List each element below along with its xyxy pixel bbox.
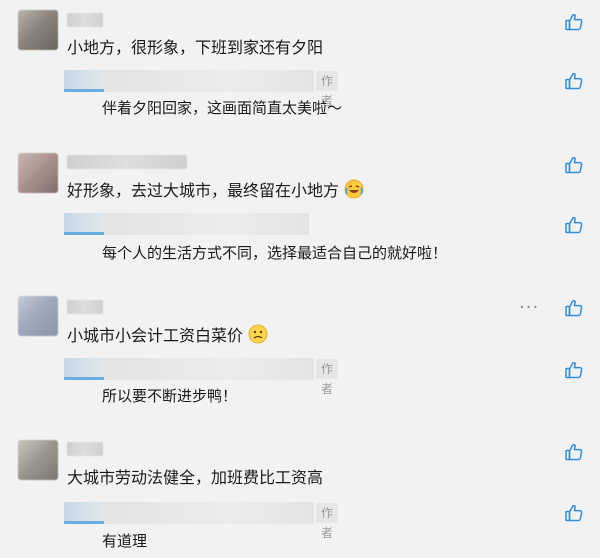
reply-text: 所以要不断进步鸭！: [102, 387, 238, 405]
avatar[interactable]: [18, 296, 58, 336]
reply-text: 每个人的生活方式不同，选择最适合自己的就好啦！: [102, 244, 448, 262]
reply-text: 伴着夕阳回家，这画面简直太美啦～: [102, 99, 343, 117]
author-tag: 作者: [316, 71, 339, 108]
avatar[interactable]: [18, 153, 58, 193]
thumbs-up-icon[interactable]: [564, 503, 584, 523]
avatar[interactable]: [18, 440, 58, 480]
avatar[interactable]: [18, 10, 58, 50]
commenter-name-blurred: [67, 155, 187, 169]
comment-text: 小地方，很形象，下班到家还有夕阳: [67, 38, 324, 57]
reply-author-name-blurred: [104, 502, 314, 524]
more-icon[interactable]: ···: [519, 298, 539, 318]
commenter-name-blurred: [67, 442, 103, 456]
reply-text: 有道理: [102, 532, 148, 550]
commenter-name-blurred: [67, 300, 103, 314]
comment-text: 大城市劳动法健全，加班费比工资高: [67, 468, 324, 487]
thumbs-up-icon[interactable]: [564, 298, 584, 318]
thumbs-up-icon[interactable]: [564, 71, 584, 91]
comment-text-content: 小城市小会计工资白菜价: [67, 326, 244, 345]
crying-laughing-emoji: [344, 179, 364, 205]
comment-text-content: 好形象，去过大城市，最终留在小地方: [67, 181, 340, 200]
frown-emoji: [248, 324, 268, 350]
reply-author-avatar[interactable]: [64, 213, 104, 235]
reply-author-name-blurred: [104, 70, 314, 92]
reply-author-avatar[interactable]: [64, 502, 104, 524]
comment-text: 好形象，去过大城市，最终留在小地方: [67, 179, 364, 205]
reply-author-name-blurred: [104, 358, 314, 380]
reply-author-avatar[interactable]: [64, 358, 104, 380]
thumbs-up-icon[interactable]: [564, 360, 584, 380]
reply-author-avatar[interactable]: [64, 70, 104, 92]
thumbs-up-icon[interactable]: [564, 12, 584, 32]
thumbs-up-icon[interactable]: [564, 215, 584, 235]
author-tag: 作者: [316, 503, 339, 540]
commenter-name-blurred: [67, 13, 103, 27]
thumbs-up-icon[interactable]: [564, 155, 584, 175]
author-tag: 作者: [316, 359, 339, 396]
thumbs-up-icon[interactable]: [564, 442, 584, 462]
reply-author-name-blurred: [104, 213, 309, 235]
comment-text: 小城市小会计工资白菜价: [67, 324, 268, 350]
